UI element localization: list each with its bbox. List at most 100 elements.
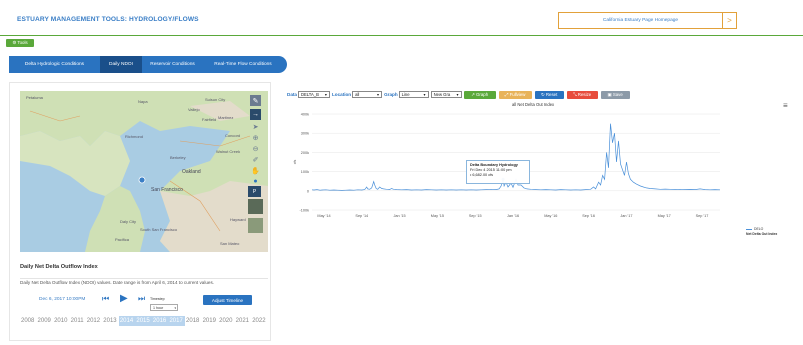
year-label[interactable]: 2011 [71, 318, 84, 324]
zoom-in-icon[interactable]: ⊕ [250, 132, 261, 143]
map-view[interactable]: Petaluma Napa Suisun City Fairfield Vall… [20, 91, 268, 252]
arrow-right-icon[interactable]: → [250, 109, 261, 120]
y-tick-label: 300k [301, 132, 309, 136]
year-label[interactable]: 2009 [38, 318, 51, 324]
year-label[interactable]: 2017 [169, 318, 182, 324]
tools-button[interactable]: ⚙ Tools [6, 39, 34, 47]
tooltip-value: • 6,682.00 cfs [470, 173, 494, 178]
map-label: Vallejo [188, 107, 200, 112]
pdf-icon[interactable]: P [248, 186, 261, 197]
satellite-layer-icon[interactable] [248, 199, 263, 214]
x-tick-label: Jan '16 [507, 214, 519, 218]
y-tick-label: 200k [301, 151, 309, 155]
info-description: Daily Net Delta Outflow Index (NDOI) val… [20, 280, 215, 285]
map-label: Napa [138, 99, 148, 104]
graph-label: Graph [384, 92, 398, 97]
info-heading: Daily Net Delta Outflow Index [20, 264, 98, 270]
timeline-date: Dec 6, 2017 10:00PM [39, 297, 86, 302]
year-label[interactable]: 2015 [136, 318, 149, 324]
tab-real-time-flow-conditions[interactable]: Real-Time Flow Conditions [203, 56, 283, 73]
y-axis-label: cfs [293, 160, 297, 165]
y-tick-label: -100k [300, 209, 310, 213]
hand-icon[interactable]: ✋ [250, 165, 261, 176]
chart-title: all Net Delta Out Index [512, 102, 555, 107]
chevron-down-icon: ▾ [423, 92, 426, 97]
header-divider [0, 35, 803, 36]
y-tick-label: 100k [301, 170, 309, 174]
tab-delta-hydrologic-conditions[interactable]: Delta Hydrologic Conditions [9, 56, 100, 73]
x-tick-label: Sep '17 [696, 214, 709, 218]
map-label: Walnut Creek [216, 149, 240, 154]
graph-button[interactable]: ↗ Graph [463, 90, 496, 99]
pencil-icon[interactable]: ✎ [250, 95, 261, 106]
info-divider [20, 278, 268, 279]
location-select-value: all [355, 92, 360, 97]
zoom-out-icon[interactable]: ⊖ [250, 143, 261, 154]
tab-bar: Delta Hydrologic Conditions Daily NDOI R… [9, 56, 287, 73]
x-tick-label: Sep '15 [469, 214, 482, 218]
chevron-down-icon: ▾ [174, 305, 176, 310]
year-slider[interactable]: 2008 2009 2010 2011 2012 2013 2014 2015 2016 2017… [21, 318, 269, 324]
play-icon[interactable]: ▶ [120, 293, 128, 304]
map-label: Oakland [182, 169, 201, 175]
chart-legend[interactable]: DELO Net Delta Out Index [746, 227, 777, 237]
legend-series-name: DELO [754, 227, 764, 231]
cursor-icon[interactable]: ➤ [250, 121, 261, 132]
fullview-button-label: Fullview [509, 92, 526, 97]
adjust-timeline-button[interactable]: Adjust Timeline [203, 295, 252, 305]
map-label: San Francisco [151, 187, 183, 193]
year-label[interactable]: 2022 [252, 318, 265, 324]
x-tick-label: May '16 [544, 214, 557, 218]
year-label[interactable]: 2014 [120, 318, 133, 324]
graph-type-select[interactable]: Line ▾ [398, 91, 429, 98]
homepage-link[interactable]: California Estuary Page Homepage [558, 12, 723, 29]
timestep-label: Timestep [150, 297, 165, 301]
homepage-arrow-button[interactable]: > [722, 12, 737, 29]
tab-daily-ndoi[interactable]: Daily NDOI [100, 56, 142, 73]
map-label: Berkeley [170, 155, 186, 160]
terrain-layer-icon[interactable] [248, 218, 263, 233]
skip-forward-icon[interactable]: ⏭ [138, 294, 146, 304]
resize-button-label: Resize [577, 92, 592, 97]
timestep-select[interactable]: 1 hour ▾ [150, 304, 178, 311]
year-label[interactable]: 2010 [54, 318, 67, 324]
year-label[interactable]: 2020 [219, 318, 232, 324]
graph-button-label: Graph [475, 92, 489, 97]
page-title: ESTUARY MANAGEMENT TOOLS: HYDROLOGY/FLOW… [17, 16, 199, 23]
year-label[interactable]: 2019 [203, 318, 216, 324]
year-label[interactable]: 2013 [103, 318, 116, 324]
x-tick-label: Sep '14 [355, 214, 368, 218]
map-label: Fairfield [202, 117, 216, 122]
map-label: Concord [225, 133, 240, 138]
data-select-value: DELTA_B [300, 92, 319, 97]
chart-menu-icon[interactable]: ≡ [783, 101, 788, 110]
map-label: South San Francisco [140, 227, 178, 232]
x-tick-label: May '14 [317, 214, 330, 218]
location-label: Location [331, 92, 352, 97]
x-tick-label: Jan '15 [394, 214, 406, 218]
chart-controls: Data DELTA_B ▾ Location all ▾ Graph Line ▾ … [287, 90, 633, 99]
skip-back-icon[interactable]: ⏮ [102, 294, 109, 304]
chevron-down-icon: ▾ [377, 92, 380, 97]
year-label[interactable]: 2008 [21, 318, 34, 324]
year-label[interactable]: 2021 [236, 318, 249, 324]
map-label: Hayward [230, 217, 246, 222]
year-label[interactable]: 2016 [153, 318, 166, 324]
reset-button[interactable]: ↻ Reset [534, 90, 564, 99]
graph-new-select[interactable]: New Gra ▾ [430, 91, 462, 98]
data-select[interactable]: DELTA_B ▾ [297, 91, 330, 98]
fullview-button[interactable]: ⤢ Fullview [498, 90, 532, 99]
save-button[interactable]: ▣ Save [600, 90, 630, 99]
year-label[interactable]: 2018 [186, 318, 199, 324]
graph-type-value: Line [401, 92, 410, 97]
resize-button[interactable]: ⤡ Resize [566, 90, 598, 99]
tab-reservoir-conditions[interactable]: Reservoir Conditions [142, 56, 203, 73]
location-select[interactable]: all ▾ [352, 91, 383, 98]
year-label[interactable]: 2012 [87, 318, 100, 324]
map-label: Suisun City [205, 97, 225, 102]
reset-button-label: Reset [545, 92, 558, 97]
legend-series-subtitle: Net Delta Out Index [746, 231, 778, 236]
ruler-icon[interactable]: ✐ [250, 154, 261, 165]
map-label: San Mateo [220, 241, 240, 246]
y-tick-label: 0 [307, 189, 309, 193]
